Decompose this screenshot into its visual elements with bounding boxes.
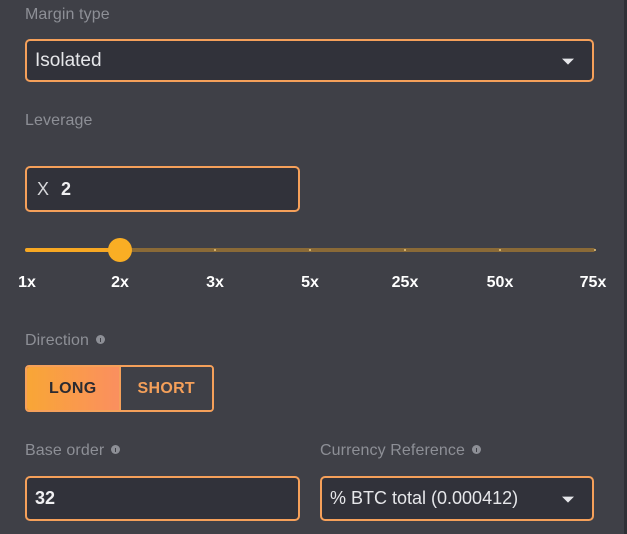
slider-tick-label-1x[interactable]: 1x <box>18 274 36 292</box>
slider-tick-label-25x[interactable]: 25x <box>392 274 419 292</box>
base-order-input[interactable]: 32 <box>25 476 300 521</box>
leverage-slider-fill <box>25 248 120 252</box>
chevron-down-icon <box>562 58 574 65</box>
direction-label: Direction <box>25 332 90 349</box>
direction-label-wrap: Direction <box>25 332 106 350</box>
info-icon[interactable] <box>111 445 121 454</box>
leverage-slider[interactable] <box>25 238 596 262</box>
base-order-label: Base order <box>25 442 105 459</box>
currency-reference-select[interactable]: % BTC total (0.000412) <box>320 476 594 521</box>
margin-type-select[interactable]: Isolated <box>25 39 594 82</box>
slider-tick-label-2x[interactable]: 2x <box>111 274 129 292</box>
currency-reference-label: Currency Reference <box>320 442 465 459</box>
short-button[interactable]: SHORT <box>120 367 212 410</box>
info-icon[interactable] <box>471 445 481 454</box>
slider-tick-label-5x[interactable]: 5x <box>301 274 319 292</box>
leverage-value: 2 <box>61 178 72 199</box>
slider-tick-mark <box>404 249 406 251</box>
margin-type-label: Margin type <box>25 6 110 23</box>
slider-tick-mark <box>499 249 501 251</box>
leverage-slider-thumb[interactable] <box>108 238 132 262</box>
slider-tick-mark <box>214 249 216 251</box>
base-order-value: 32 <box>35 488 56 508</box>
slider-tick-label-3x[interactable]: 3x <box>206 274 224 292</box>
slider-tick-label-75x[interactable]: 75x <box>580 274 607 292</box>
currency-reference-value: % BTC total (0.000412) <box>330 488 519 508</box>
margin-type-value: Isolated <box>35 49 102 71</box>
chevron-down-icon <box>562 496 574 503</box>
slider-tick-label-50x[interactable]: 50x <box>487 274 514 292</box>
long-button[interactable]: LONG <box>27 367 121 410</box>
base-order-label-wrap: Base order <box>25 442 121 460</box>
leverage-input[interactable]: X 2 <box>25 166 300 212</box>
leverage-prefix: X <box>37 178 50 199</box>
info-icon[interactable] <box>96 335 106 344</box>
slider-tick-mark <box>594 249 596 251</box>
order-form-panel: Margin type Isolated Leverage X 2 1x 2x 3x… <box>0 0 627 534</box>
leverage-label: Leverage <box>25 112 93 129</box>
currency-reference-label-wrap: Currency Reference <box>320 442 481 460</box>
direction-toggle: LONG SHORT <box>25 365 214 412</box>
slider-tick-mark <box>309 249 311 251</box>
